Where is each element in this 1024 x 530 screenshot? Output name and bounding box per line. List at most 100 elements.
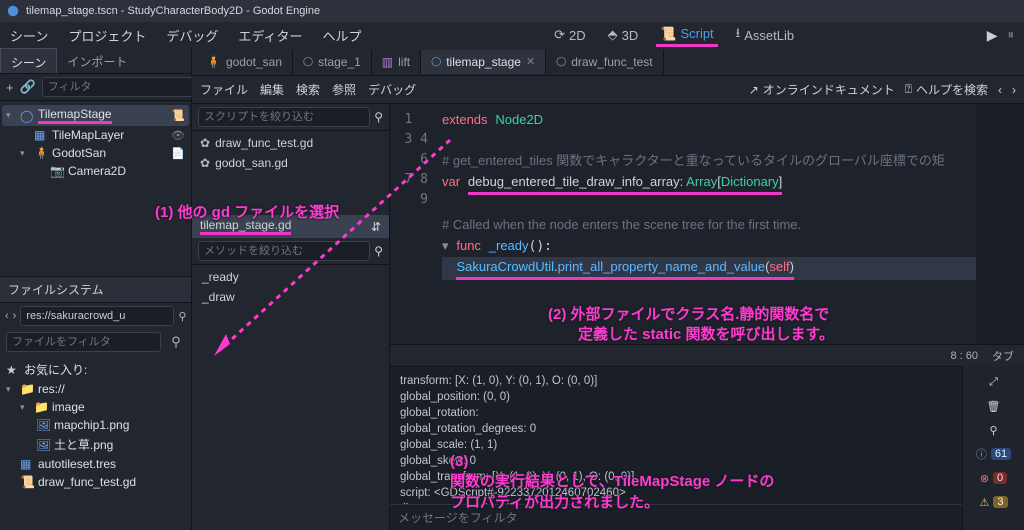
script-menu-search[interactable]: 検索 bbox=[296, 81, 320, 98]
doc-tab-godot-san[interactable]: 🧍godot_san bbox=[196, 50, 293, 74]
eye-icon[interactable]: 👁 bbox=[171, 129, 185, 142]
filesystem-title: ファイルシステム bbox=[0, 276, 191, 303]
tab-import[interactable]: インポート bbox=[57, 48, 137, 73]
doc-tab-tilemap-stage[interactable]: ◯tilemap_stage✕ bbox=[421, 50, 546, 74]
code-content[interactable]: extends Node2D # get_entered_tiles 関数でキャ… bbox=[434, 104, 976, 344]
search-help-button[interactable]: ⍰ヘルプを検索 bbox=[905, 81, 988, 98]
search-icon[interactable]: ⚲ bbox=[967, 420, 1020, 440]
image-icon: 🖼 bbox=[36, 418, 50, 432]
script-list-panel: ⚲ ✿draw_func_test.gd ✿godot_san.gd tilem… bbox=[192, 104, 390, 530]
doc-tab-draw-func-test[interactable]: ◯draw_func_test bbox=[546, 50, 663, 74]
script-item-selected[interactable]: tilemap_stage.gd ⇵ bbox=[192, 215, 389, 238]
nav-back-button[interactable]: ‹ bbox=[5, 310, 9, 322]
script-label: tilemap_stage.gd bbox=[200, 218, 291, 235]
folder-icon: 📁 bbox=[34, 400, 48, 414]
doc-tab-stage-1[interactable]: ◯stage_1 bbox=[293, 50, 372, 74]
pause-button[interactable]: ⏸ bbox=[1007, 27, 1014, 43]
view-assetlib-button[interactable]: ⭳AssetLib bbox=[732, 22, 798, 48]
method-item[interactable]: _ready bbox=[192, 267, 389, 287]
script-indicator-icon[interactable]: 📜 bbox=[171, 109, 185, 122]
fav-row[interactable]: ★ お気に入り: bbox=[2, 359, 189, 380]
fav-label: お気に入り: bbox=[24, 361, 87, 378]
filesystem-path-input[interactable] bbox=[20, 306, 174, 326]
method-item[interactable]: _draw bbox=[192, 287, 389, 307]
output-filter-input[interactable] bbox=[398, 511, 954, 525]
external-icon: ↗ bbox=[749, 83, 759, 97]
search-icon[interactable]: ⚲ bbox=[374, 110, 383, 124]
add-node-button[interactable]: + bbox=[6, 78, 14, 96]
view-2d-button[interactable]: ⟳2D bbox=[550, 25, 590, 45]
menu-help[interactable]: ヘルプ bbox=[322, 26, 361, 45]
fs-file[interactable]: 🖼mapchip1.png bbox=[2, 416, 189, 434]
method-filter-input[interactable] bbox=[198, 241, 370, 261]
search-icon[interactable]: ⚲ bbox=[178, 310, 186, 323]
filesystem-filter-input[interactable] bbox=[6, 332, 161, 352]
fs-label: 土と草.png bbox=[54, 436, 113, 453]
star-icon: ★ bbox=[6, 363, 20, 377]
info-badge[interactable]: ⓘ61 bbox=[967, 444, 1020, 464]
tree-node-label: Camera2D bbox=[68, 164, 126, 178]
nav-next-button[interactable]: › bbox=[1012, 83, 1016, 97]
script-item[interactable]: ✿godot_san.gd bbox=[192, 153, 389, 173]
menu-project[interactable]: プロジェクト bbox=[68, 26, 146, 45]
script-file-icon: 📜 bbox=[20, 475, 34, 489]
expand-icon[interactable]: ⤢ bbox=[967, 372, 1020, 392]
view-3d-button[interactable]: ⬘3D bbox=[604, 25, 643, 45]
tree-node-label: TileMapLayer bbox=[52, 128, 124, 142]
tree-node-camera2d[interactable]: 📷 Camera2D bbox=[2, 162, 189, 180]
chevron-down-icon: ▾ bbox=[20, 148, 30, 159]
nav-fwd-button[interactable]: › bbox=[13, 310, 17, 322]
scene-toolbar: + 🔗 ⛶ ⋮ bbox=[0, 74, 191, 101]
scene-dock-tabs: シーン インポート bbox=[0, 48, 191, 74]
nav-prev-button[interactable]: ‹ bbox=[998, 83, 1002, 97]
circle-icon: ◯ bbox=[556, 56, 566, 67]
fs-file[interactable]: 🖼 土と草.png bbox=[2, 434, 189, 455]
view-script-button[interactable]: 📜Script bbox=[656, 24, 717, 47]
script-menu-debug[interactable]: デバッグ bbox=[368, 81, 416, 98]
error-badge[interactable]: ⊗0 bbox=[967, 468, 1020, 488]
character-icon: 🧍 bbox=[206, 55, 221, 69]
tree-node-root[interactable]: ▾ ◯ TilemapStage 📜 bbox=[2, 105, 189, 126]
tree-node-godotsan[interactable]: ▾ 🧍 GodotSan 📄 bbox=[2, 144, 189, 162]
fs-root[interactable]: ▾📁res:// bbox=[2, 380, 189, 398]
menu-scene[interactable]: シーン bbox=[10, 26, 48, 45]
circle-icon: ◯ bbox=[303, 56, 313, 67]
script-menu-goto[interactable]: 参照 bbox=[332, 81, 356, 98]
menu-editor[interactable]: エディター bbox=[238, 26, 302, 45]
instance-icon[interactable]: 📄 bbox=[171, 147, 185, 160]
doc-tab-lift[interactable]: ▥lift bbox=[372, 50, 421, 74]
menu-debug[interactable]: デバッグ bbox=[166, 26, 218, 45]
search-icon[interactable]: ⚲ bbox=[167, 333, 185, 351]
main-menubar: シーン プロジェクト デバッグ エディター ヘルプ ⟳2D ⬘3D 📜Scrip… bbox=[0, 22, 1024, 48]
close-icon[interactable]: ✕ bbox=[526, 55, 535, 68]
fs-file[interactable]: 📜draw_func_test.gd bbox=[2, 473, 189, 491]
cube-icon: ⬘ bbox=[608, 27, 618, 43]
clear-icon[interactable]: 🗑 bbox=[967, 396, 1020, 416]
play-button[interactable]: ▶ bbox=[987, 27, 998, 44]
image-icon: 🖼 bbox=[36, 438, 50, 452]
character-icon: 🧍 bbox=[34, 146, 48, 160]
script-item[interactable]: ✿draw_func_test.gd bbox=[192, 133, 389, 153]
download-icon: ⭳ bbox=[736, 24, 741, 46]
scene-filter-input[interactable] bbox=[42, 77, 196, 97]
script-filter-input[interactable] bbox=[198, 107, 370, 127]
warn-badge[interactable]: ⚠3 bbox=[967, 492, 1020, 512]
chevron-down-icon: ▾ bbox=[20, 402, 30, 413]
online-docs-button[interactable]: ↗オンラインドキュメント bbox=[749, 81, 895, 98]
search-icon[interactable]: ⚲ bbox=[374, 244, 383, 258]
script-icon: 📜 bbox=[660, 26, 676, 42]
sort-icon[interactable]: ⇵ bbox=[371, 220, 381, 234]
output-panel: transform: [X: (1, 0), Y: (0, 1), O: (0,… bbox=[390, 366, 1024, 530]
script-menu-file[interactable]: ファイル bbox=[200, 81, 248, 98]
output-content[interactable]: transform: [X: (1, 0), Y: (0, 1), O: (0,… bbox=[390, 367, 962, 504]
tab-scene[interactable]: シーン bbox=[0, 48, 57, 73]
output-line: global_rotation: bbox=[400, 405, 952, 421]
fs-folder-image[interactable]: ▾📁image bbox=[2, 398, 189, 416]
link-icon[interactable]: 🔗 bbox=[20, 78, 36, 96]
script-menu-edit[interactable]: 編集 bbox=[260, 81, 284, 98]
indent-mode[interactable]: タブ bbox=[992, 348, 1014, 364]
fs-file[interactable]: ▦autotileset.tres bbox=[2, 455, 189, 473]
minimap[interactable] bbox=[976, 104, 1024, 344]
tree-node-tilemaplayer[interactable]: ▦ TileMapLayer 👁 bbox=[2, 126, 189, 144]
output-line: transform: [X: (1, 0), Y: (0, 1), O: (0,… bbox=[400, 373, 952, 389]
